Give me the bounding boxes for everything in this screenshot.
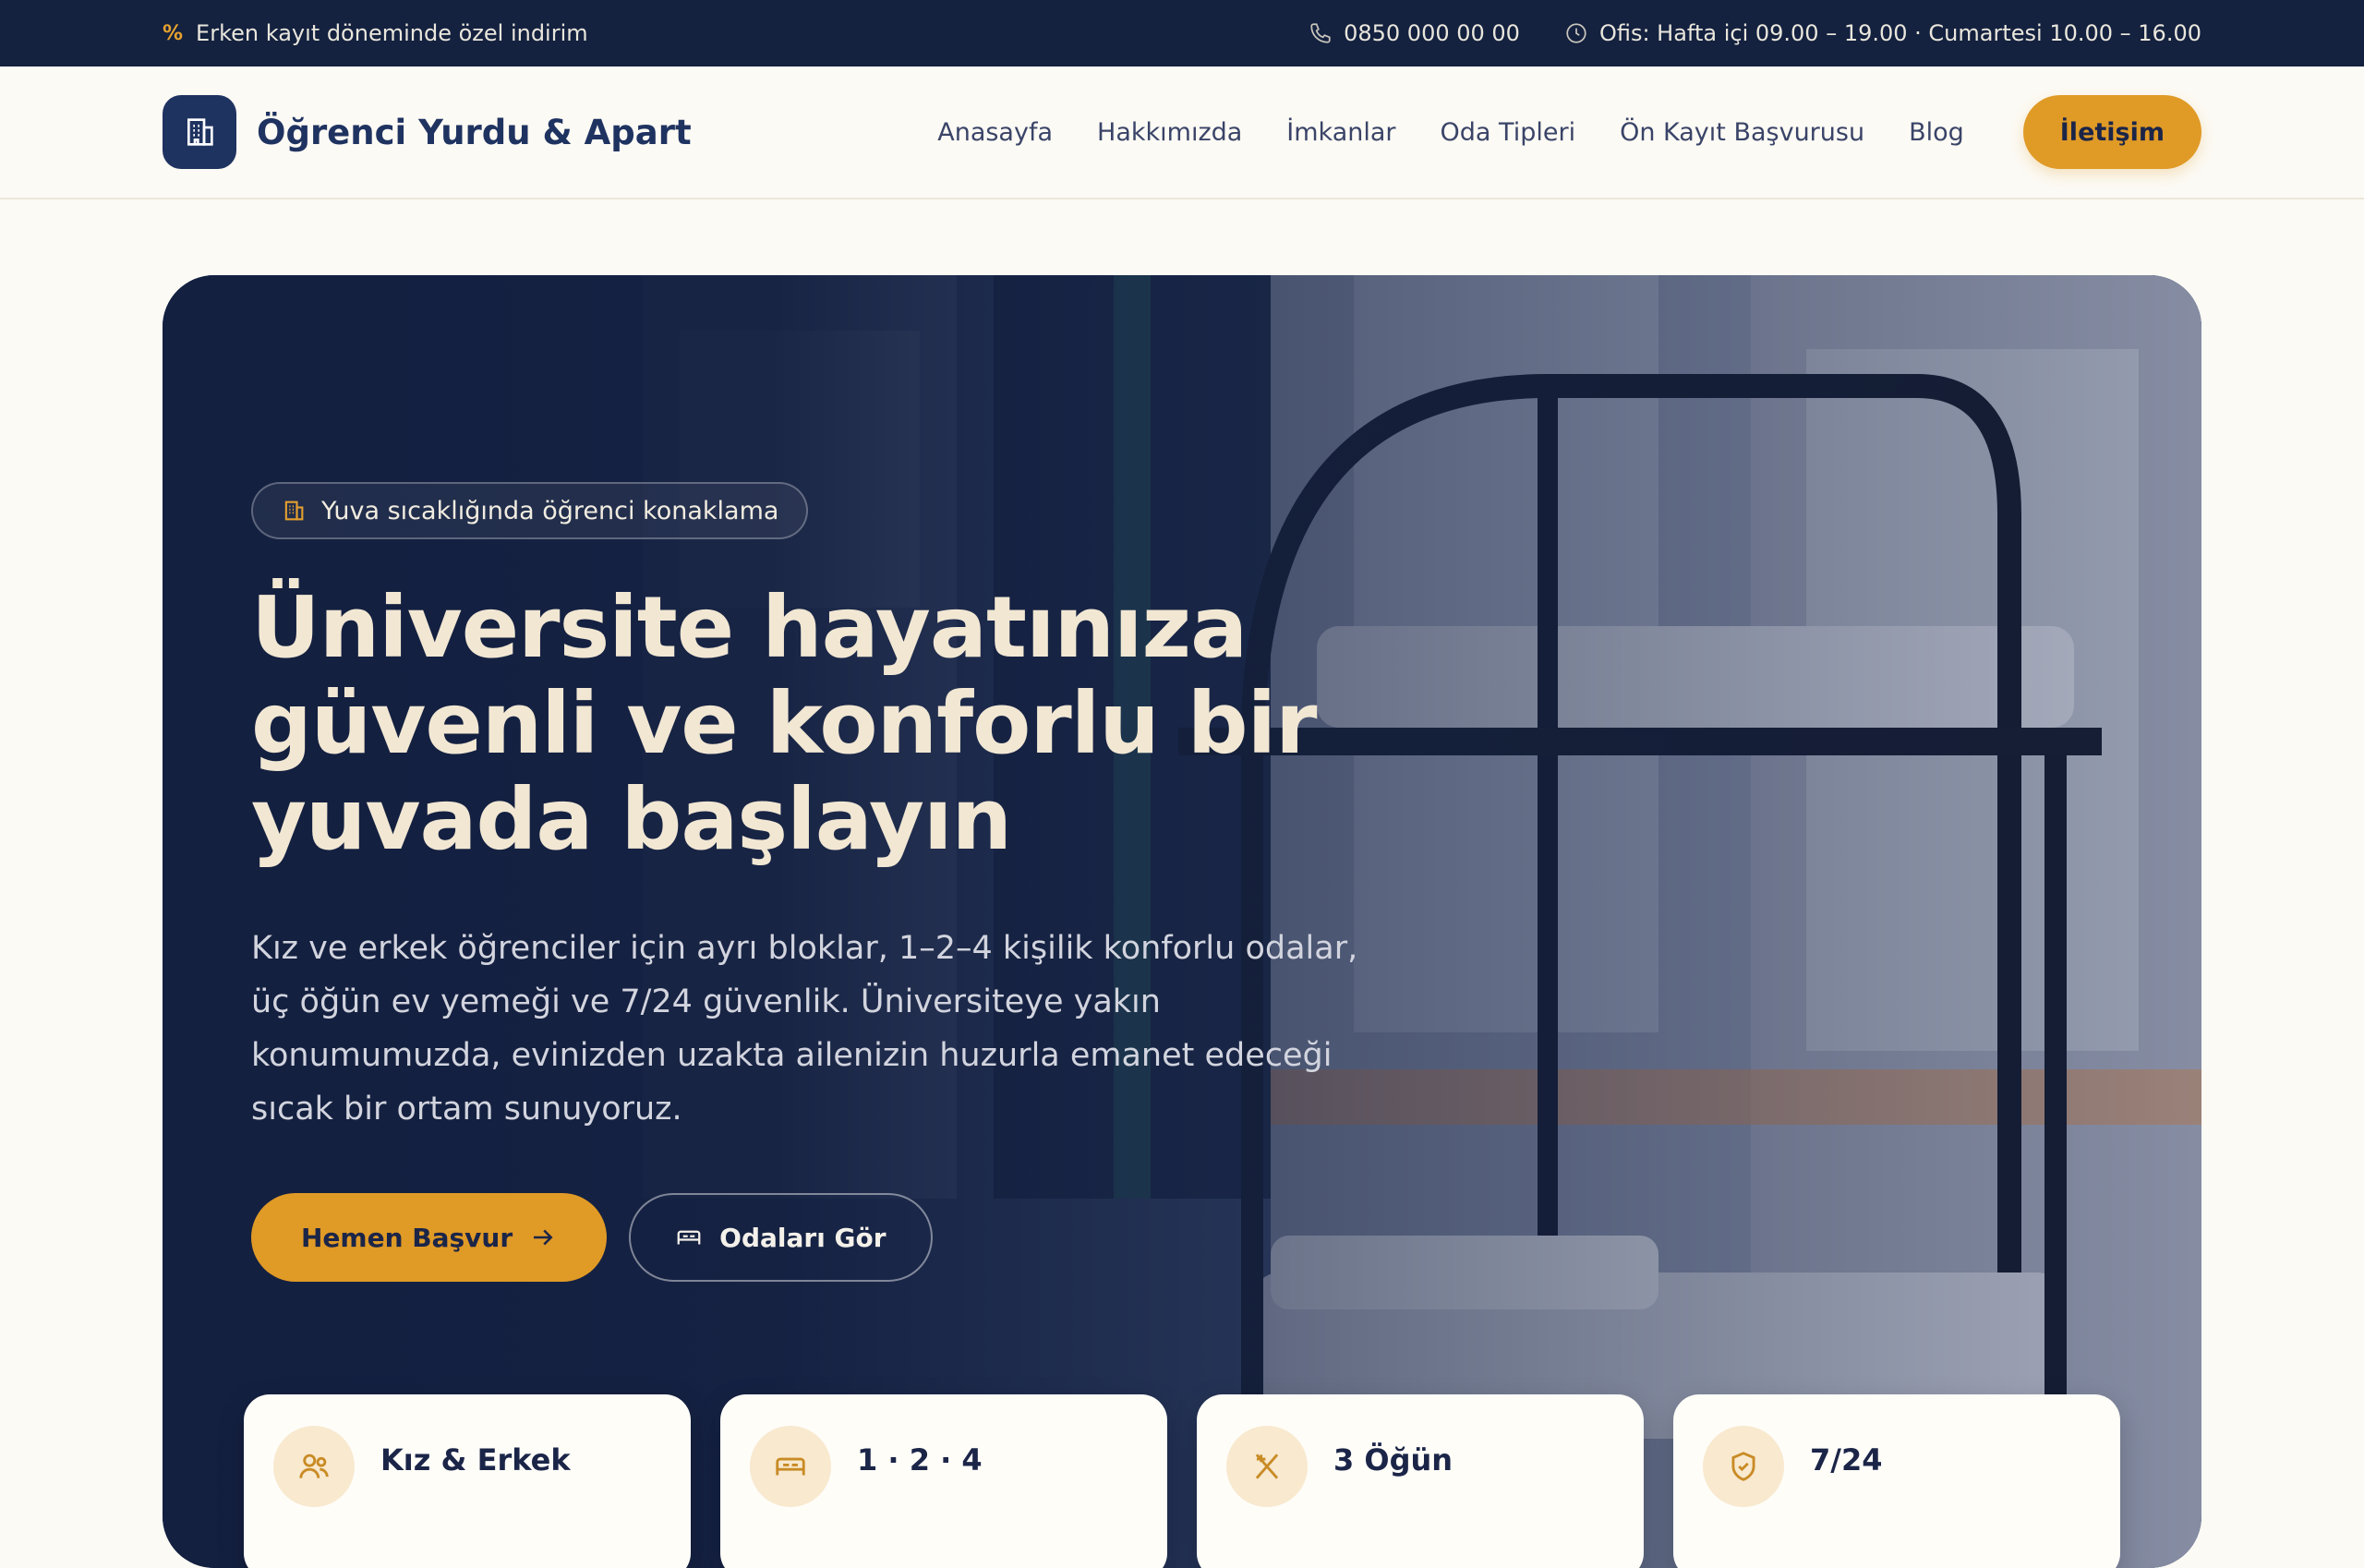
stat-title: 7/24 xyxy=(1810,1442,1883,1478)
stat-card-gender: Kız & Erkek xyxy=(244,1394,691,1568)
view-rooms-button[interactable]: Odaları Gör xyxy=(629,1193,933,1282)
apply-now-button[interactable]: Hemen Başvur xyxy=(251,1193,608,1282)
stat-title: 1 · 2 · 4 xyxy=(857,1442,983,1478)
brand[interactable]: Öğrenci Yurdu & Apart xyxy=(163,95,692,169)
main-navbar: Öğrenci Yurdu & Apart Anasayfa Hakkımızd… xyxy=(0,66,2364,199)
brand-name[interactable]: Öğrenci Yurdu & Apart xyxy=(257,113,692,152)
stat-icon-wrap xyxy=(750,1426,831,1507)
nav-item-blog[interactable]: Blog xyxy=(1909,118,1964,147)
hero-cta-row: Hemen Başvur Odaları Gör xyxy=(251,1193,1415,1282)
office-hours: Ofis: Hafta içi 09.00 – 19.00 · Cumartes… xyxy=(1564,20,2201,46)
phone-info[interactable]: 0850 000 00 00 xyxy=(1309,20,1520,46)
hero-title-line-2: güvenli ve konforlu bir xyxy=(251,674,1318,773)
bed-icon xyxy=(677,1230,701,1245)
logo[interactable] xyxy=(163,95,236,169)
bed-icon xyxy=(776,1457,805,1476)
phone-number[interactable]: 0850 000 00 00 xyxy=(1344,20,1520,46)
utensils-icon xyxy=(1255,1453,1279,1479)
hero-section: Yuva sıcaklığında öğrenci konaklama Üniv… xyxy=(163,275,2201,1568)
nav-item-imkanlar[interactable]: İmkanlar xyxy=(1286,118,1395,147)
nav-item-on-kayit[interactable]: Ön Kayıt Başvurusu xyxy=(1620,118,1864,147)
arrow-right-icon xyxy=(534,1229,553,1246)
hero-title-line-3: yuvada başlayın xyxy=(251,770,1012,869)
stat-card-security: 7/24 xyxy=(1673,1394,2120,1568)
stat-card-meals: 3 Öğün xyxy=(1197,1394,1644,1568)
promo-text: Erken kayıt döneminde özel indirim xyxy=(196,20,588,46)
hero-badge-text: Yuva sıcaklığında öğrenci konaklama xyxy=(321,496,779,525)
apply-now-label: Hemen Başvur xyxy=(301,1222,513,1253)
hero-content: Yuva sıcaklığında öğrenci konaklama Üniv… xyxy=(251,482,1415,1282)
promo: % Erken kayıt döneminde özel indirim xyxy=(163,20,588,46)
feature-stats: Kız & Erkek 1 · 2 · 4 3 Öğün 7/24 xyxy=(244,1394,2120,1568)
hero-badge: Yuva sıcaklığında öğrenci konaklama xyxy=(251,482,809,539)
office-hours-text: Ofis: Hafta içi 09.00 – 19.00 · Cumartes… xyxy=(1598,20,2201,46)
users-icon xyxy=(299,1453,329,1478)
stat-icon-wrap xyxy=(1226,1426,1308,1507)
stat-title: Kız & Erkek xyxy=(380,1442,571,1478)
nav-menu: Anasayfa Hakkımızda İmkanlar Oda Tipleri… xyxy=(893,95,2201,169)
shield-check-icon xyxy=(1731,1452,1755,1481)
hero-description: Kız ve erkek öğrenciler için ayrı blokla… xyxy=(251,930,1358,1128)
hero-title: Üniversite hayatınıza güvenli ve konforl… xyxy=(251,580,1415,868)
building-icon xyxy=(187,118,213,146)
stat-icon-wrap xyxy=(1703,1426,1784,1507)
percent-icon: % xyxy=(163,21,184,45)
stat-title: 3 Öğün xyxy=(1333,1442,1453,1478)
hero-title-line-1: Üniversite hayatınıza xyxy=(251,578,1248,677)
nav-item-anasayfa[interactable]: Anasayfa xyxy=(937,118,1053,147)
building-icon xyxy=(284,501,304,521)
contact-button[interactable]: İletişim xyxy=(2022,95,2201,169)
stat-card-rooms: 1 · 2 · 4 xyxy=(720,1394,1167,1568)
nav-item-hakkimizda[interactable]: Hakkımızda xyxy=(1097,118,1242,147)
phone-icon xyxy=(1310,23,1331,43)
view-rooms-label: Odaları Gör xyxy=(719,1222,886,1253)
top-info-bar: % Erken kayıt döneminde özel indirim 085… xyxy=(0,0,2364,66)
clock-icon xyxy=(1566,23,1586,43)
nav-item-oda-tipleri[interactable]: Oda Tipleri xyxy=(1441,118,1576,147)
stat-icon-wrap xyxy=(273,1426,355,1507)
